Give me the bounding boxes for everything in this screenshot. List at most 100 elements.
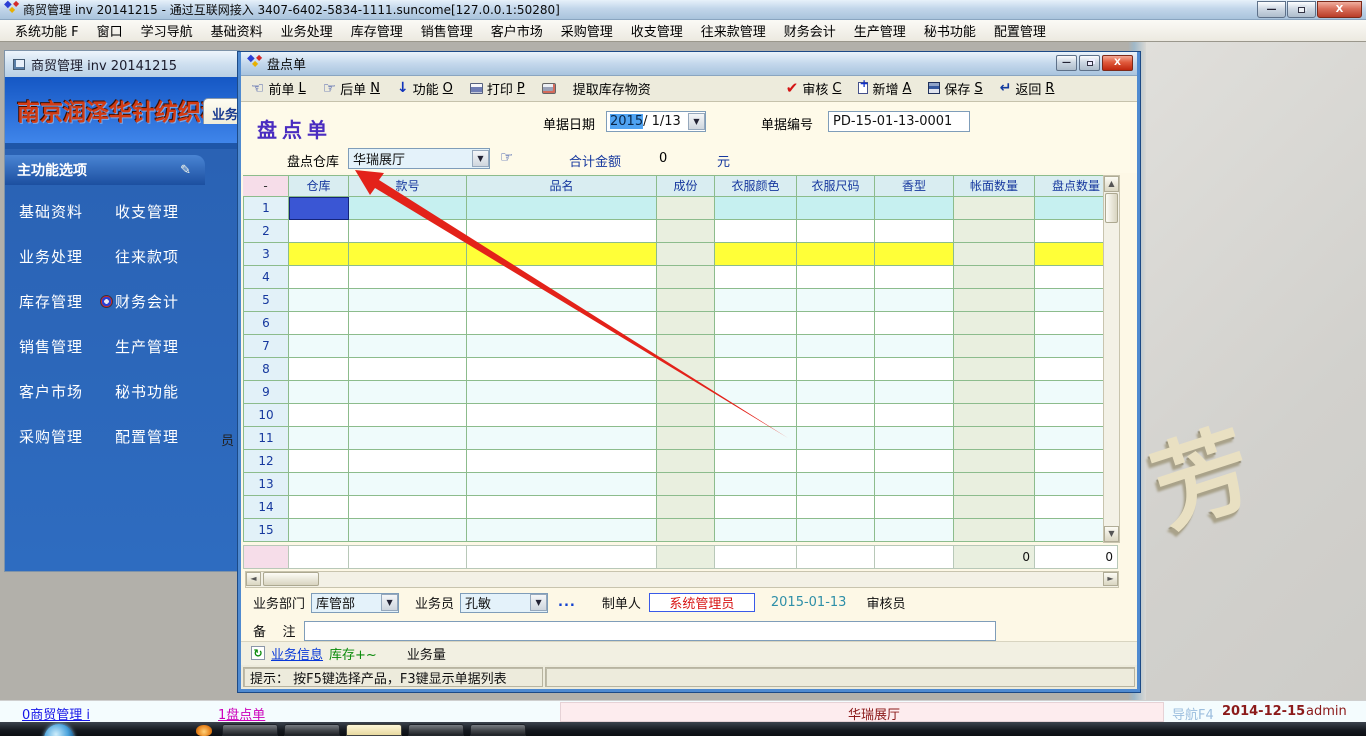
- grid-cell[interactable]: [875, 450, 954, 473]
- row-number-cell[interactable]: 6: [243, 312, 289, 335]
- row-number-cell[interactable]: 2: [243, 220, 289, 243]
- grid-cell[interactable]: [715, 220, 797, 243]
- toolbar-button-返回[interactable]: 返回R: [1000, 79, 1055, 98]
- menu-item[interactable]: 秘书功能: [915, 19, 985, 42]
- grid-cell[interactable]: [289, 450, 349, 473]
- grid-cell[interactable]: [875, 404, 954, 427]
- grid-cell[interactable]: [467, 243, 657, 266]
- menu-item[interactable]: 生产管理: [845, 19, 915, 42]
- taskbar-button-active[interactable]: [346, 724, 402, 736]
- grid-cell[interactable]: [875, 312, 954, 335]
- toolbar-button-功能[interactable]: 功能O: [397, 79, 453, 98]
- grid-cell[interactable]: [797, 381, 875, 404]
- grid-cell[interactable]: [954, 312, 1035, 335]
- grid-cell[interactable]: [467, 312, 657, 335]
- taskbar-button[interactable]: [408, 724, 464, 736]
- grid-cell[interactable]: [715, 243, 797, 266]
- menu-item[interactable]: 业务处理: [272, 19, 342, 42]
- grid-cell[interactable]: [797, 427, 875, 450]
- doc-no-input[interactable]: PD-15-01-13-0001: [828, 111, 970, 132]
- dept-combobox[interactable]: 库管部 ▼: [311, 593, 399, 613]
- date-combobox[interactable]: 2015/ 1/13 ▼: [606, 111, 706, 132]
- grid-cell[interactable]: [954, 266, 1035, 289]
- scroll-down-icon[interactable]: ▼: [1104, 526, 1119, 542]
- grid-cell[interactable]: [715, 496, 797, 519]
- grid-cell[interactable]: [657, 243, 715, 266]
- grid-cell[interactable]: [467, 381, 657, 404]
- grid-cell[interactable]: [797, 266, 875, 289]
- menu-item[interactable]: 系统功能 F: [6, 19, 88, 42]
- grid-cell[interactable]: [715, 519, 797, 542]
- grid-cell[interactable]: [875, 496, 954, 519]
- row-number-cell[interactable]: 3: [243, 243, 289, 266]
- grid-cell[interactable]: [875, 266, 954, 289]
- dept-dropdown-arrow-icon[interactable]: ▼: [381, 594, 398, 611]
- grid-cell[interactable]: [715, 312, 797, 335]
- grid-cell[interactable]: [797, 243, 875, 266]
- row-number-cell[interactable]: 13: [243, 473, 289, 496]
- grid-cell[interactable]: [349, 266, 467, 289]
- sidebar-item[interactable]: 财务会计: [115, 291, 211, 312]
- sidebar-item[interactable]: 秘书功能: [115, 381, 211, 402]
- toolbar-button-打印[interactable]: 打印P: [470, 79, 525, 98]
- grid-cell[interactable]: [657, 381, 715, 404]
- toolbar-button-新增[interactable]: 新增A: [858, 79, 911, 98]
- panel-header[interactable]: 主功能选项 ✎: [5, 155, 205, 185]
- menu-item[interactable]: 销售管理: [412, 19, 482, 42]
- grid-cell[interactable]: [954, 473, 1035, 496]
- grid-cell[interactable]: [797, 473, 875, 496]
- grid-cell[interactable]: [954, 335, 1035, 358]
- grid-cell[interactable]: [289, 197, 349, 220]
- row-number-cell[interactable]: 14: [243, 496, 289, 519]
- grid-cell[interactable]: [657, 427, 715, 450]
- row-number-cell[interactable]: 10: [243, 404, 289, 427]
- minimize-button[interactable]: —: [1257, 1, 1286, 18]
- horizontal-scroll-thumb[interactable]: [263, 572, 319, 586]
- toolbar-button-审核[interactable]: 审核C: [786, 79, 842, 98]
- grid-cell[interactable]: [657, 358, 715, 381]
- grid-cell[interactable]: [797, 496, 875, 519]
- grid-cell[interactable]: [349, 496, 467, 519]
- grid-cell[interactable]: [797, 197, 875, 220]
- menu-item[interactable]: 配置管理: [985, 19, 1055, 42]
- row-number-cell[interactable]: 5: [243, 289, 289, 312]
- row-number-cell[interactable]: 8: [243, 358, 289, 381]
- sidebar-item[interactable]: 配置管理: [115, 426, 211, 447]
- grid-cell[interactable]: [954, 197, 1035, 220]
- grid-cell[interactable]: [349, 243, 467, 266]
- menu-item[interactable]: 基础资料: [202, 19, 272, 42]
- grid-cell[interactable]: [875, 197, 954, 220]
- grid-cell[interactable]: [467, 197, 657, 220]
- grid-cell[interactable]: [657, 335, 715, 358]
- grid-cell[interactable]: [349, 427, 467, 450]
- grid-cell[interactable]: [954, 519, 1035, 542]
- grid-cell[interactable]: [467, 519, 657, 542]
- grid-cell[interactable]: [467, 220, 657, 243]
- horizontal-scrollbar[interactable]: ◄ ►: [245, 571, 1119, 588]
- grid-cell[interactable]: [289, 496, 349, 519]
- grid-cell[interactable]: [349, 358, 467, 381]
- scroll-left-icon[interactable]: ◄: [246, 572, 261, 586]
- taskbar-button[interactable]: [470, 724, 526, 736]
- window-tab-inventory[interactable]: 1盘点单: [218, 704, 265, 723]
- grid-cell[interactable]: [715, 473, 797, 496]
- start-orb-icon[interactable]: [44, 724, 74, 736]
- menu-item[interactable]: 客户市场: [482, 19, 552, 42]
- grid-cell[interactable]: [349, 450, 467, 473]
- grid-cell[interactable]: [657, 266, 715, 289]
- note-input[interactable]: [304, 621, 996, 641]
- restore-button[interactable]: [1287, 1, 1316, 18]
- row-number-cell[interactable]: 15: [243, 519, 289, 542]
- vertical-scrollbar[interactable]: ▲ ▼: [1103, 175, 1120, 543]
- grid-cell[interactable]: [657, 312, 715, 335]
- grid-cell[interactable]: [289, 404, 349, 427]
- grid-cell[interactable]: [657, 450, 715, 473]
- menu-item[interactable]: 收支管理: [622, 19, 692, 42]
- grid-cell[interactable]: [875, 335, 954, 358]
- child-window-titlebar[interactable]: 商贸管理 inv 20141215: [5, 51, 240, 77]
- grid-cell[interactable]: [954, 220, 1035, 243]
- grid-cell[interactable]: [875, 220, 954, 243]
- grid-cell[interactable]: [467, 450, 657, 473]
- grid-cell[interactable]: [797, 519, 875, 542]
- clerk-dropdown-arrow-icon[interactable]: ▼: [530, 594, 547, 611]
